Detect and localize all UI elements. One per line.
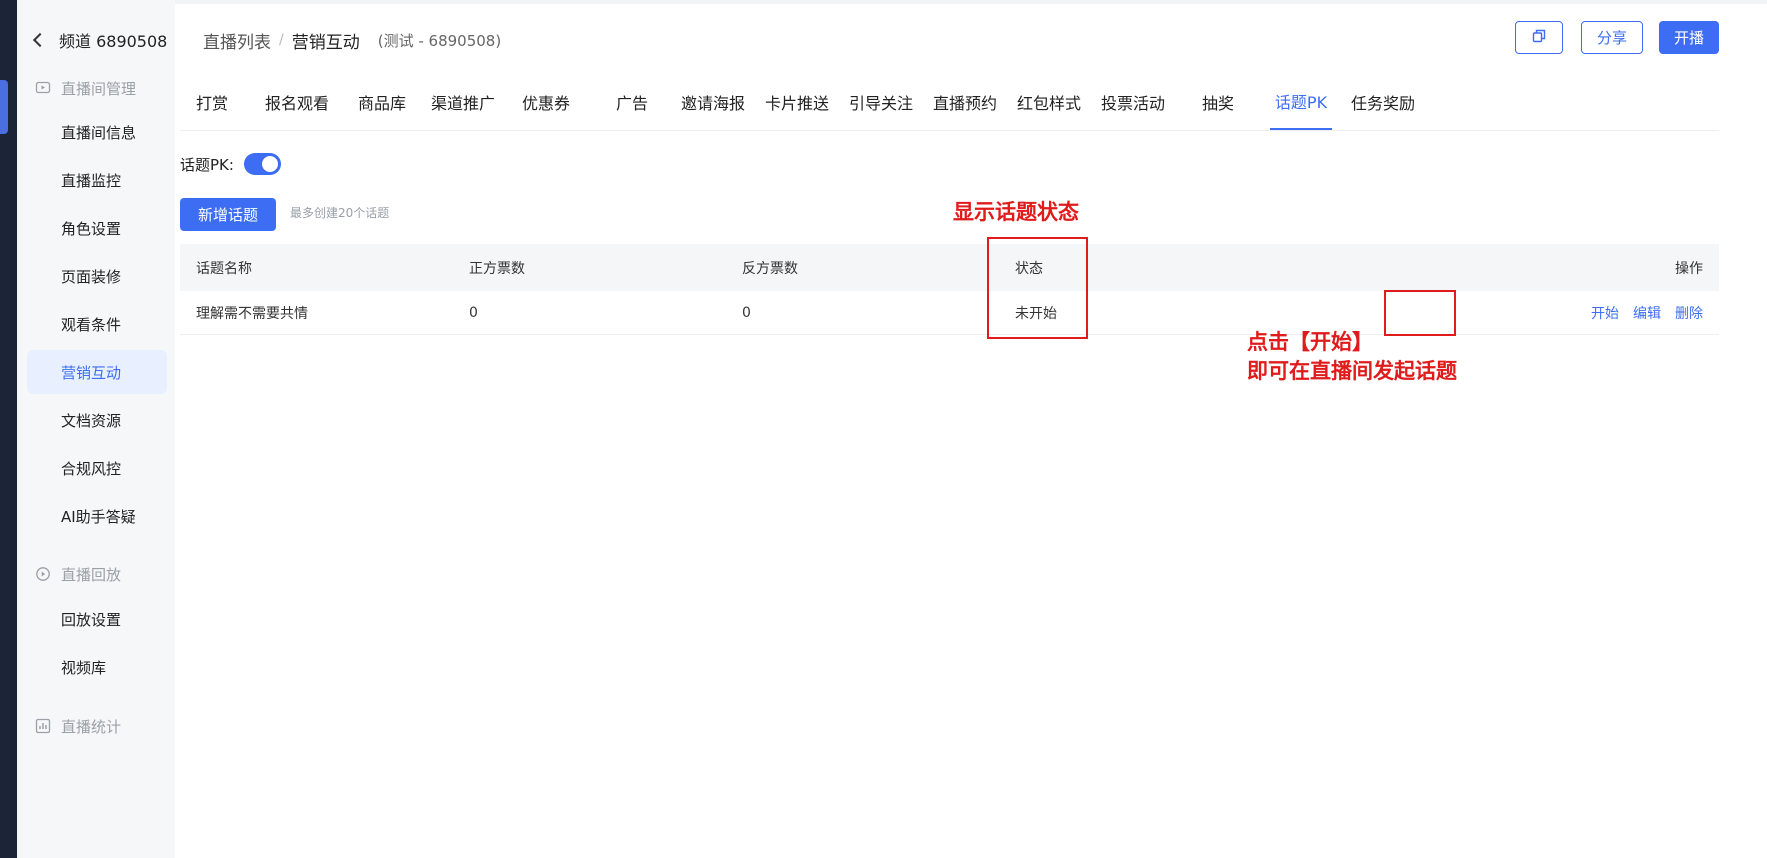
main-content: 直播列表 / 营销互动 (测试 - 6890508) 分享 开播 打赏 报名观看… [175, 0, 1767, 858]
toggle-knob [262, 156, 278, 172]
pro-votes-cell: 0 [469, 304, 478, 321]
channel-subtitle: (测试 - 6890508) [377, 31, 502, 50]
share-button[interactable]: 分享 [1581, 21, 1643, 54]
con-votes-cell: 0 [742, 304, 751, 321]
sidebar-item-label: 观看条件 [61, 315, 122, 334]
sidebar-item-room-info[interactable]: 直播间信息 [27, 110, 167, 154]
section-live-replay[interactable]: 直播回放 [35, 560, 121, 588]
table-row: 理解需不需要共情 0 0 未开始 开始 编辑 删除 [180, 291, 1719, 335]
sidebar-item-label: AI助手答疑 [61, 507, 136, 526]
sidebar-item-label: 营销互动 [61, 363, 122, 382]
sidebar-item-label: 回放设置 [61, 610, 122, 629]
start-annotation-line1: 点击【开始】 [1247, 330, 1373, 354]
replay-icon [35, 566, 51, 582]
live-room-icon [35, 80, 51, 96]
col-actions: 操作 [1675, 260, 1703, 277]
start-annotation-box [1384, 290, 1456, 336]
topic-pk-toggle[interactable] [244, 153, 281, 175]
back-to-channel[interactable]: 频道 6890508 [31, 26, 167, 54]
start-topic-link[interactable]: 开始 [1591, 303, 1619, 323]
actions-cell: 开始 编辑 删除 [1577, 291, 1703, 334]
tab-invite-poster[interactable]: 邀请海报 [678, 74, 748, 130]
topic-table: 话题名称 正方票数 反方票数 状态 操作 理解需不需要共情 0 0 未开始 开始… [180, 244, 1719, 335]
edit-topic-link[interactable]: 编辑 [1633, 303, 1661, 323]
tab-product-library[interactable]: 商品库 [352, 74, 412, 130]
table-header: 话题名称 正方票数 反方票数 状态 操作 [180, 244, 1719, 291]
start-live-button[interactable]: 开播 [1659, 21, 1719, 54]
sidebar-item-ai-assistant[interactable]: AI助手答疑 [27, 494, 167, 538]
tab-channel-promotion[interactable]: 渠道推广 [428, 74, 498, 130]
col-pro-votes: 正方票数 [469, 260, 525, 277]
status-annotation-box [987, 237, 1088, 339]
section-title: 直播回放 [61, 565, 122, 584]
sidebar-item-page-decoration[interactable]: 页面装修 [27, 254, 167, 298]
section-live-room-management[interactable]: 直播间管理 [35, 74, 136, 102]
tab-follow-guide[interactable]: 引导关注 [846, 74, 916, 130]
section-title: 直播统计 [61, 717, 122, 736]
sidebar-item-label: 合规风控 [61, 459, 122, 478]
tab-lottery[interactable]: 抽奖 [1196, 74, 1240, 130]
breadcrumb-current: 营销互动 [291, 32, 360, 53]
sidebar-item-monitor[interactable]: 直播监控 [27, 158, 167, 202]
tab-topic-pk[interactable]: 话题PK [1270, 74, 1332, 130]
sidebar-item-label: 直播监控 [61, 171, 122, 190]
sidebar-item-documents[interactable]: 文档资源 [27, 398, 167, 442]
sidebar-item-watch-conditions[interactable]: 观看条件 [27, 302, 167, 346]
sidebar-item-label: 视频库 [61, 658, 107, 677]
add-topic-hint: 最多创建20个话题 [290, 206, 390, 220]
sidebar-item-replay-settings[interactable]: 回放设置 [27, 597, 167, 641]
app-left-rail [0, 0, 17, 858]
tab-card-push[interactable]: 卡片推送 [762, 74, 832, 130]
add-topic-button[interactable]: 新增话题 [180, 198, 276, 231]
sidebar-item-roles[interactable]: 角色设置 [27, 206, 167, 250]
marketing-tabs: 打赏 报名观看 商品库 渠道推广 优惠券 广告 邀请海报 卡片推送 引导关注 直… [180, 74, 1719, 131]
sidebar-item-label: 文档资源 [61, 411, 122, 430]
tab-red-packet[interactable]: 红包样式 [1014, 74, 1084, 130]
tab-reward[interactable]: 打赏 [184, 74, 240, 130]
topic-pk-toggle-label: 话题PK: [180, 155, 234, 174]
tab-voting[interactable]: 投票活动 [1098, 74, 1168, 130]
sidebar-item-compliance[interactable]: 合规风控 [27, 446, 167, 490]
top-divider [175, 0, 1767, 4]
chevron-left-icon [32, 32, 48, 48]
section-live-stats[interactable]: 直播统计 [35, 712, 121, 740]
sidebar-item-marketing[interactable]: 营销互动 [27, 350, 167, 394]
section-title: 直播间管理 [61, 79, 137, 98]
stats-icon [35, 718, 51, 734]
copy-button[interactable] [1515, 21, 1563, 54]
tab-coupons[interactable]: 优惠券 [516, 74, 576, 130]
col-topic-name: 话题名称 [196, 260, 252, 277]
breadcrumb: 直播列表 / 营销互动 (测试 - 6890508) [203, 26, 501, 54]
sidebar-item-label: 页面装修 [61, 267, 122, 286]
col-con-votes: 反方票数 [742, 260, 798, 277]
rail-active-indicator [0, 80, 8, 134]
channel-label: 频道 6890508 [59, 32, 168, 51]
status-annotation-text: 显示话题状态 [953, 200, 1079, 224]
tab-task-rewards[interactable]: 任务奖励 [1348, 74, 1418, 130]
tab-registration[interactable]: 报名观看 [260, 74, 334, 130]
sidebar: 频道 6890508 直播间管理 直播间信息 直播监控 角色设置 页面装修 观看… [17, 0, 175, 858]
tab-live-booking[interactable]: 直播预约 [930, 74, 1000, 130]
sidebar-item-label: 角色设置 [61, 219, 122, 238]
tab-ads[interactable]: 广告 [610, 74, 654, 130]
start-annotation-line2: 即可在直播间发起话题 [1247, 359, 1457, 383]
copy-icon [1532, 28, 1546, 47]
topic-name-cell: 理解需不需要共情 [196, 305, 308, 322]
sidebar-item-label: 直播间信息 [61, 123, 137, 142]
delete-topic-link[interactable]: 删除 [1675, 303, 1703, 323]
sidebar-item-video-library[interactable]: 视频库 [27, 645, 167, 689]
breadcrumb-root[interactable]: 直播列表 [203, 28, 271, 53]
breadcrumb-separator: / [279, 32, 284, 48]
